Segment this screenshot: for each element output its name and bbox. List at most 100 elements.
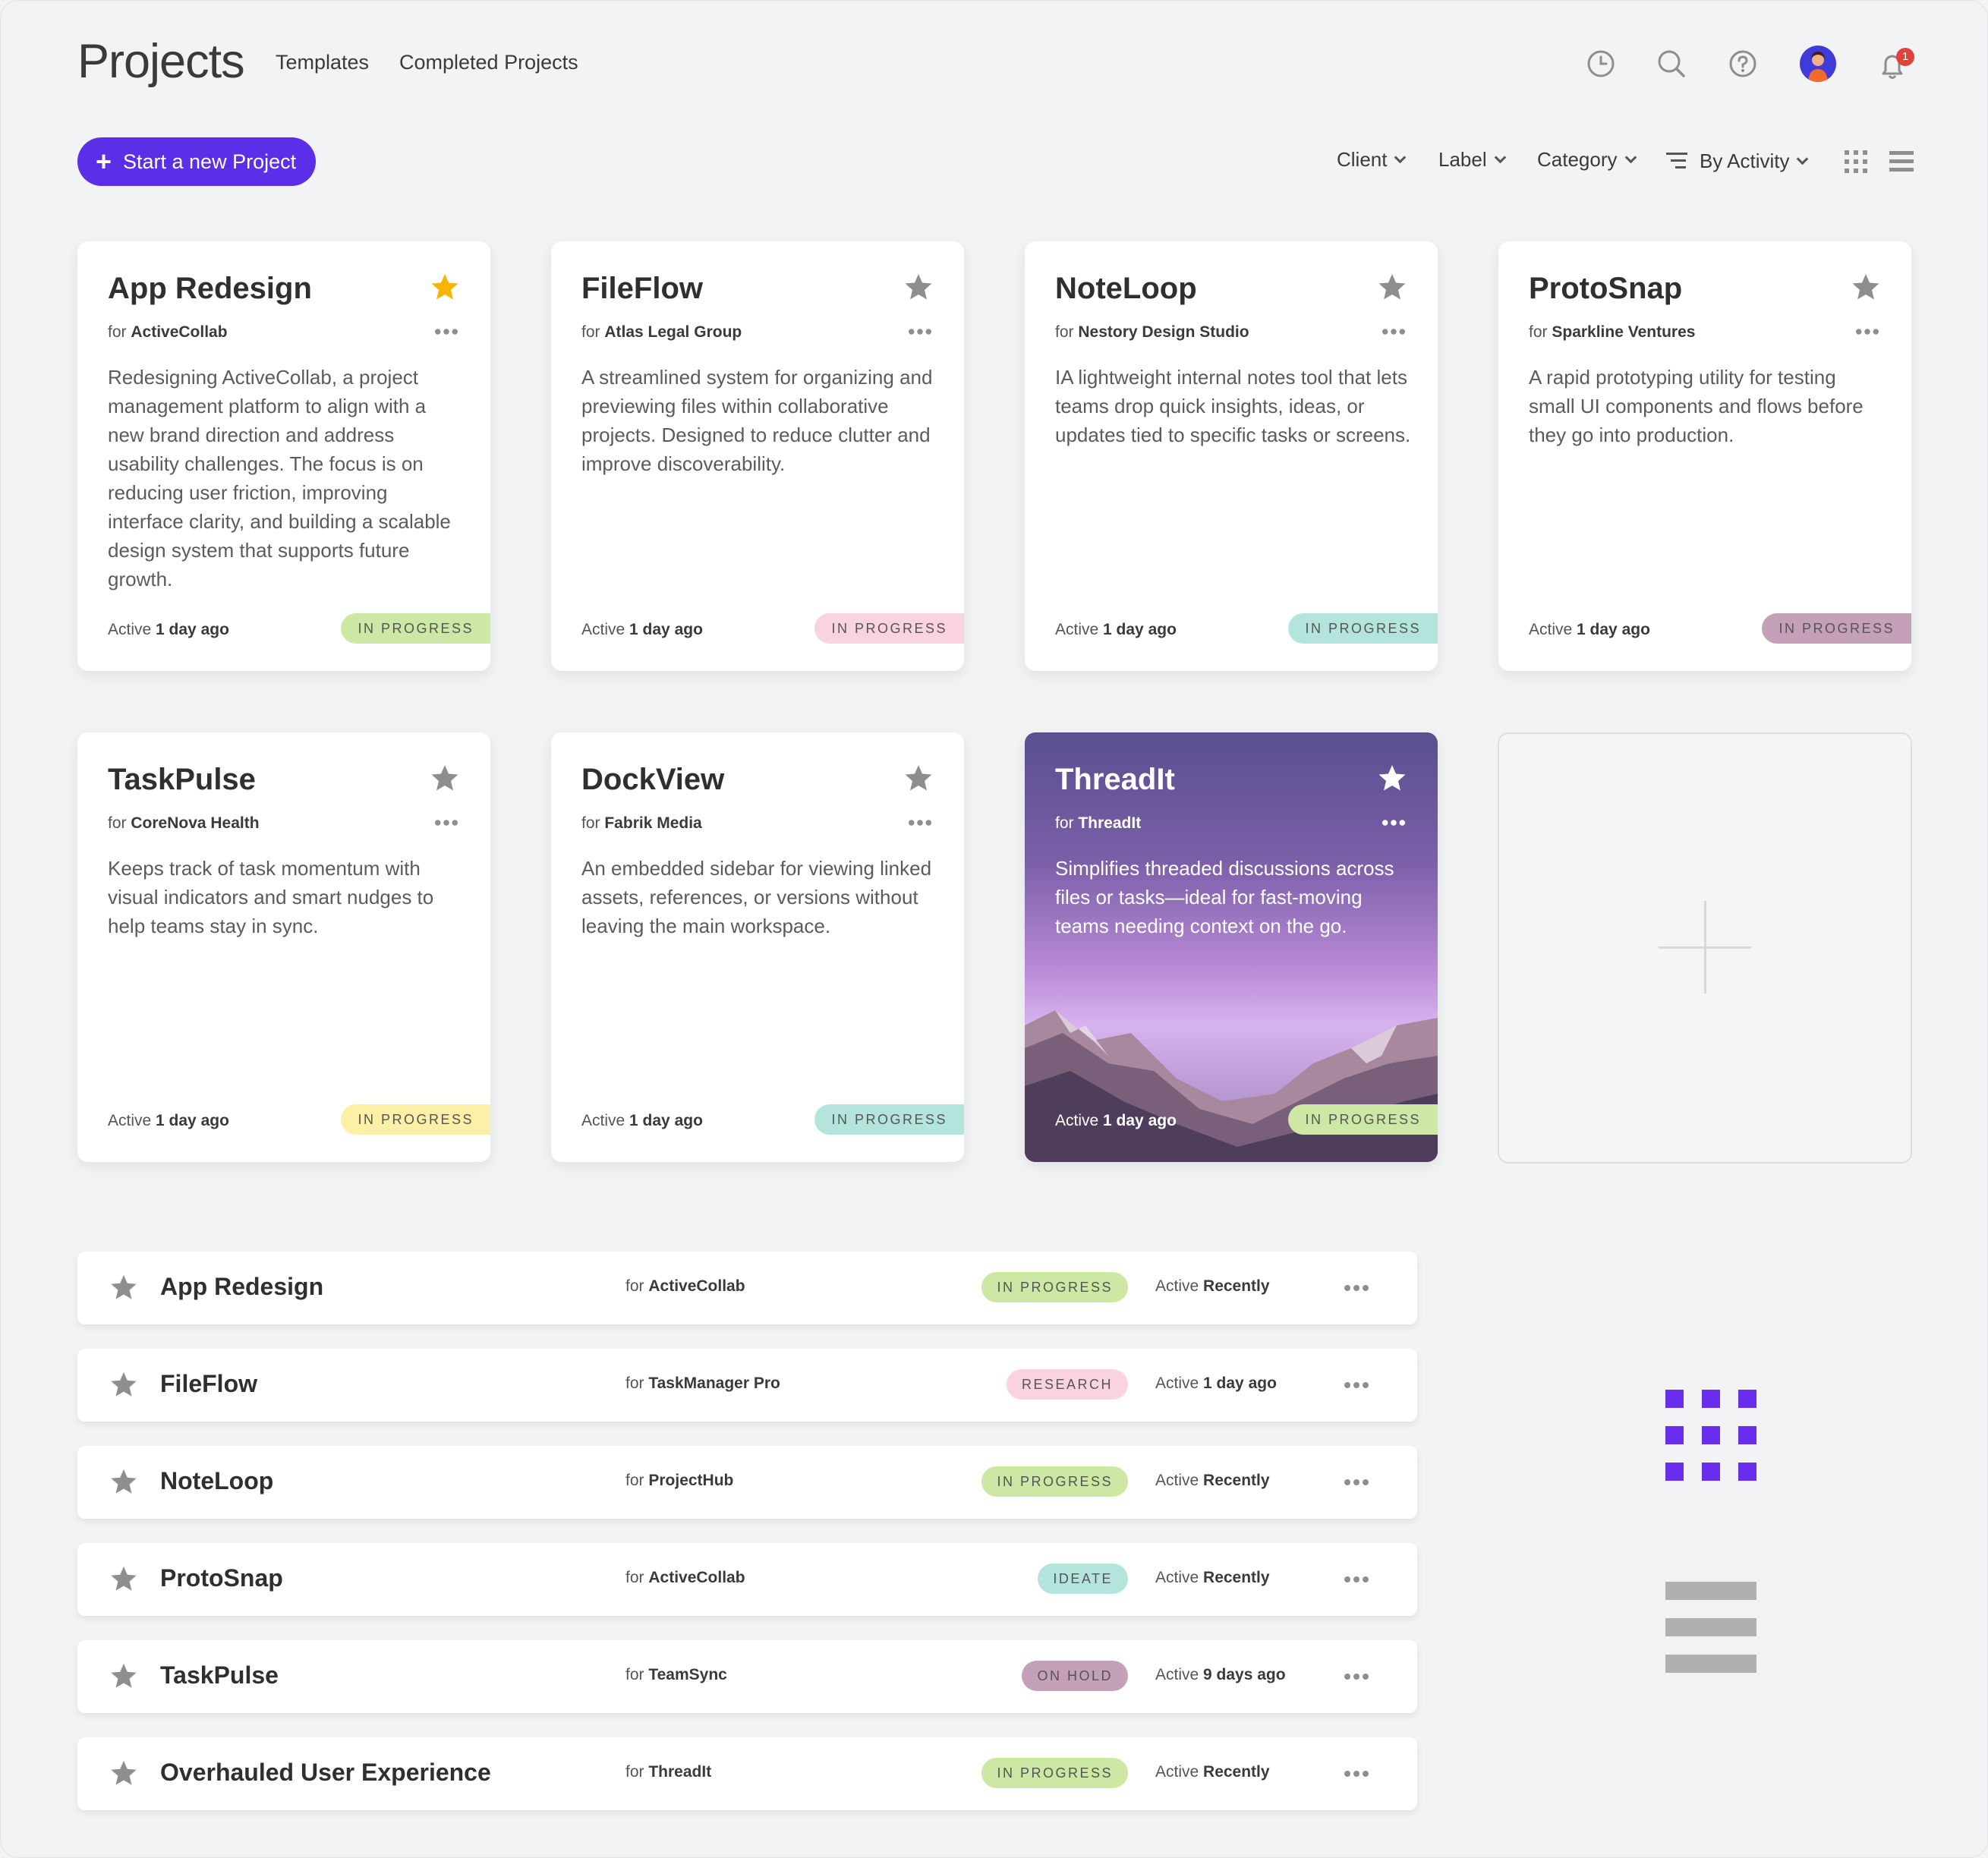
project-list-row[interactable]: NoteLoop for ProjectHub IN PROGRESS Acti… (77, 1446, 1417, 1519)
project-list-row[interactable]: Overhauled User Experience for ThreadIt … (77, 1737, 1417, 1810)
activity-prefix: Active (581, 1112, 625, 1129)
grid-view-icon[interactable] (1843, 149, 1869, 175)
list-view-icon[interactable] (1889, 149, 1914, 175)
label-filter[interactable]: Label (1438, 148, 1506, 172)
plus-icon-vertical (1704, 901, 1706, 994)
row-title[interactable]: Overhauled User Experience (160, 1759, 491, 1787)
card-activity: Active 1 day ago (581, 621, 703, 639)
more-options-icon[interactable] (1855, 327, 1879, 336)
star-icon[interactable] (430, 272, 460, 302)
row-title[interactable]: FileFlow (160, 1370, 257, 1398)
start-new-project-label: Start a new Project (123, 150, 297, 173)
star-icon[interactable] (1851, 272, 1881, 302)
star-icon[interactable] (903, 763, 934, 793)
more-options-icon[interactable] (434, 327, 458, 336)
more-options-icon[interactable] (1344, 1283, 1369, 1293)
nav-completed-projects[interactable]: Completed Projects (399, 51, 578, 74)
project-card[interactable]: ProtoSnap for Sparkline Ventures A rapid… (1498, 241, 1911, 671)
activity-time: Recently (1203, 1472, 1270, 1489)
activity-time: Recently (1203, 1569, 1270, 1586)
card-title[interactable]: TaskPulse (108, 763, 256, 797)
row-title[interactable]: App Redesign (160, 1273, 323, 1301)
card-activity: Active 1 day ago (581, 1112, 703, 1130)
client-prefix: for (625, 1277, 644, 1295)
more-options-icon[interactable] (1344, 1575, 1369, 1584)
more-options-icon[interactable] (908, 327, 932, 336)
chevron-down-icon (1394, 151, 1407, 164)
star-icon[interactable] (109, 1370, 138, 1399)
client-name: Sparkline Ventures (1552, 323, 1696, 341)
project-card[interactable]: DockView for Fabrik Media An embedded si… (551, 732, 964, 1162)
star-icon[interactable] (109, 1467, 138, 1496)
row-client: for ThreadIt (625, 1763, 711, 1781)
more-options-icon[interactable] (1382, 327, 1406, 336)
activity-time: 1 day ago (1103, 1112, 1177, 1129)
more-options-icon[interactable] (1344, 1672, 1369, 1681)
client-name: Atlas Legal Group (604, 323, 742, 341)
nav-templates[interactable]: Templates (276, 51, 369, 74)
card-title[interactable]: ProtoSnap (1529, 272, 1682, 306)
star-icon[interactable] (109, 1564, 138, 1593)
search-icon[interactable] (1656, 49, 1687, 79)
start-new-project-button[interactable]: + Start a new Project (77, 137, 316, 186)
clock-icon[interactable] (1586, 49, 1616, 79)
card-client: for Atlas Legal Group (581, 323, 742, 342)
star-icon[interactable] (109, 1273, 138, 1302)
card-description: Simplifies threaded discussions across f… (1055, 857, 1394, 937)
star-icon[interactable] (109, 1661, 138, 1690)
project-card[interactable]: TaskPulse for CoreNova Health Keeps trac… (77, 732, 490, 1162)
card-activity: Active 1 day ago (1529, 621, 1650, 639)
category-filter[interactable]: Category (1537, 148, 1637, 172)
card-title[interactable]: App Redesign (108, 272, 312, 306)
card-title[interactable]: DockView (581, 763, 724, 797)
card-title[interactable]: FileFlow (581, 272, 703, 306)
card-title[interactable]: NoteLoop (1055, 272, 1197, 306)
more-options-icon[interactable] (908, 818, 932, 827)
sort-by-activity[interactable]: By Activity (1666, 148, 1809, 173)
project-list-row[interactable]: ProtoSnap for ActiveCollab IDEATE Active… (77, 1543, 1417, 1616)
row-title[interactable]: TaskPulse (160, 1661, 279, 1690)
client-prefix: for (581, 323, 600, 341)
status-badge: IN PROGRESS (981, 1466, 1128, 1497)
star-icon[interactable] (1377, 272, 1407, 302)
card-title[interactable]: ThreadIt (1055, 763, 1175, 797)
client-name: CoreNova Health (131, 814, 260, 832)
avatar[interactable] (1800, 46, 1836, 82)
card-client: for Fabrik Media (581, 814, 702, 833)
client-name: ThreadIt (1078, 814, 1142, 832)
project-list-row[interactable]: FileFlow for TaskManager Pro RESEARCH Ac… (77, 1349, 1417, 1422)
help-icon[interactable] (1728, 49, 1758, 79)
status-badge: IN PROGRESS (341, 613, 490, 644)
client-filter[interactable]: Client (1337, 148, 1407, 172)
status-badge: IN PROGRESS (1762, 613, 1911, 644)
star-icon[interactable] (1377, 763, 1407, 793)
client-name: ActiveCollab (648, 1277, 745, 1295)
chevron-down-icon (1797, 153, 1809, 165)
add-project-card[interactable] (1498, 732, 1912, 1164)
more-options-icon[interactable] (1344, 1381, 1369, 1390)
project-card[interactable]: FileFlow for Atlas Legal Group A streaml… (551, 241, 964, 671)
card-client: for ThreadIt (1055, 814, 1141, 833)
project-card[interactable]: NoteLoop for Nestory Design Studio IA li… (1025, 241, 1438, 671)
row-title[interactable]: NoteLoop (160, 1467, 273, 1495)
activity-time: 1 day ago (1203, 1375, 1277, 1392)
project-list-row[interactable]: App Redesign for ActiveCollab IN PROGRES… (77, 1252, 1417, 1324)
star-icon[interactable] (109, 1759, 138, 1787)
star-icon[interactable] (903, 272, 934, 302)
activity-time: 1 day ago (1577, 621, 1650, 638)
card-client: for Nestory Design Studio (1055, 323, 1249, 342)
project-card[interactable]: App Redesign for ActiveCollab Redesignin… (77, 241, 490, 671)
more-options-icon[interactable] (434, 818, 458, 827)
star-icon[interactable] (430, 763, 460, 793)
more-options-icon[interactable] (1344, 1478, 1369, 1487)
row-title[interactable]: ProtoSnap (160, 1564, 283, 1592)
activity-time: 1 day ago (156, 1112, 229, 1129)
list-view-large-icon[interactable] (1665, 1582, 1756, 1673)
project-card[interactable]: ThreadIt for ThreadIt Simplifies threade… (1025, 732, 1438, 1162)
project-list-row[interactable]: TaskPulse for TeamSync ON HOLD Active 9 … (77, 1640, 1417, 1713)
more-options-icon[interactable] (1344, 1769, 1369, 1778)
grid-view-large-icon[interactable] (1665, 1390, 1756, 1481)
activity-time: 9 days ago (1203, 1666, 1286, 1683)
activity-prefix: Active (1155, 1472, 1199, 1489)
more-options-icon[interactable] (1382, 818, 1406, 827)
